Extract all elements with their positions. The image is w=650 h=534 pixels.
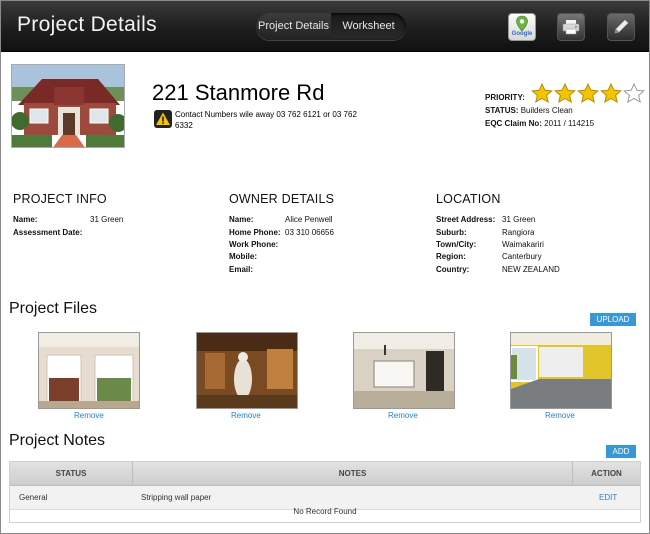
field-value: 03 310 06656 — [285, 228, 334, 237]
tab-worksheet[interactable]: Worksheet — [331, 13, 406, 40]
field-value: Waimakariri — [502, 240, 544, 249]
tab-project-details[interactable]: Project Details — [256, 13, 331, 40]
column-header-status: STATUS — [10, 462, 133, 486]
warning-icon — [154, 110, 172, 128]
column-header-action: ACTION — [591, 469, 622, 478]
field-label: Region: — [436, 252, 466, 261]
view-switcher: Project Details Worksheet — [256, 13, 406, 40]
field-label: Assessment Date: — [13, 228, 83, 237]
location-region-row: Region: Canterbury — [436, 252, 542, 261]
eqc-label: EQC Claim No: — [485, 119, 542, 128]
upload-button[interactable]: UPLOAD — [590, 313, 636, 326]
field-value: 31 Green — [90, 215, 124, 224]
field-label: Name: — [229, 215, 254, 224]
owner-mobile-row: Mobile: — [229, 252, 285, 261]
field-value: NEW ZEALAND — [502, 265, 560, 274]
field-value: Alice Penwell — [285, 215, 333, 224]
owner-work-phone-row: Work Phone: — [229, 240, 285, 249]
field-value: 31 Green — [502, 215, 536, 224]
field-label: Name: — [13, 215, 38, 224]
owner-details-heading: OWNER DETAILS — [229, 192, 335, 206]
star-filled-icon[interactable] — [600, 83, 622, 103]
location-town-row: Town/City: Waimakariri — [436, 240, 544, 249]
remove-file-link[interactable]: Remove — [388, 411, 418, 420]
file-thumbnail[interactable] — [196, 332, 298, 409]
project-info-assessment-row: Assessment Date: — [13, 228, 90, 237]
field-label: Town/City: — [436, 240, 477, 249]
field-label: Country: — [436, 265, 470, 274]
pencil-icon — [614, 19, 629, 34]
owner-email-row: Email: — [229, 265, 285, 274]
field-value: Canterbury — [502, 252, 542, 261]
star-filled-icon[interactable] — [554, 83, 576, 103]
top-bar: Project Details Project Details Workshee… — [1, 1, 649, 52]
priority-rating — [531, 83, 645, 103]
remove-file-link[interactable]: Remove — [545, 411, 575, 420]
project-address: 221 Stanmore Rd — [152, 80, 325, 105]
star-filled-icon[interactable] — [531, 83, 553, 103]
eqc-line: EQC Claim No: 2011 / 114215 — [485, 119, 594, 128]
property-photo — [11, 64, 125, 148]
star-filled-icon[interactable] — [577, 83, 599, 103]
google-maps-button[interactable]: Google — [508, 13, 536, 41]
status-label: STATUS: — [485, 106, 519, 115]
location-suburb-row: Suburb: Rangiora — [436, 228, 534, 237]
owner-home-phone-row: Home Phone: 03 310 06656 — [229, 228, 334, 237]
file-thumbnail[interactable] — [353, 332, 455, 409]
field-label: Mobile: — [229, 252, 257, 261]
field-label: Home Phone: — [229, 228, 281, 237]
field-label: Email: — [229, 265, 254, 274]
project-notes-title: Project Notes — [9, 432, 106, 449]
add-note-button[interactable]: ADD — [606, 445, 636, 458]
google-label: Google — [511, 31, 533, 37]
location-country-row: Country: NEW ZEALAND — [436, 265, 560, 274]
status-line: STATUS: Builders Clean — [485, 106, 573, 115]
star-empty-icon[interactable] — [623, 83, 645, 103]
project-info-heading: PROJECT INFO — [13, 192, 107, 206]
no-records-text: No Record Found — [293, 507, 357, 516]
page-title: Project Details — [17, 13, 157, 36]
field-label: Suburb: — [436, 228, 467, 237]
remove-file-link[interactable]: Remove — [231, 411, 261, 420]
project-files-title: Project Files — [9, 300, 98, 317]
file-thumbnail[interactable] — [510, 332, 612, 409]
status-value: Builders Clean — [520, 106, 573, 115]
print-button[interactable] — [557, 13, 585, 41]
project-info-name-row: Name: 31 Green — [13, 215, 123, 224]
contact-note: Contact Numbers wile away 03 762 6121 or… — [175, 110, 357, 130]
printer-icon — [562, 20, 580, 35]
eqc-value: 2011 / 114215 — [544, 119, 595, 128]
file-thumbnail[interactable] — [38, 332, 140, 409]
remove-file-link[interactable]: Remove — [74, 411, 104, 420]
notes-table: STATUS NOTES ACTION General Stripping wa… — [9, 461, 641, 523]
location-street-row: Street Address: 31 Green — [436, 215, 535, 224]
field-label: Work Phone: — [229, 240, 279, 249]
edit-button[interactable] — [607, 13, 635, 41]
field-value: Rangiora — [502, 228, 535, 237]
field-label: Street Address: — [436, 215, 496, 224]
location-heading: LOCATION — [436, 192, 501, 206]
priority-label: PRIORITY: — [485, 93, 525, 102]
notes-table-header: STATUS NOTES ACTION — [10, 462, 640, 486]
column-header-notes: NOTES — [133, 462, 573, 486]
owner-name-row: Name: Alice Penwell — [229, 215, 333, 224]
